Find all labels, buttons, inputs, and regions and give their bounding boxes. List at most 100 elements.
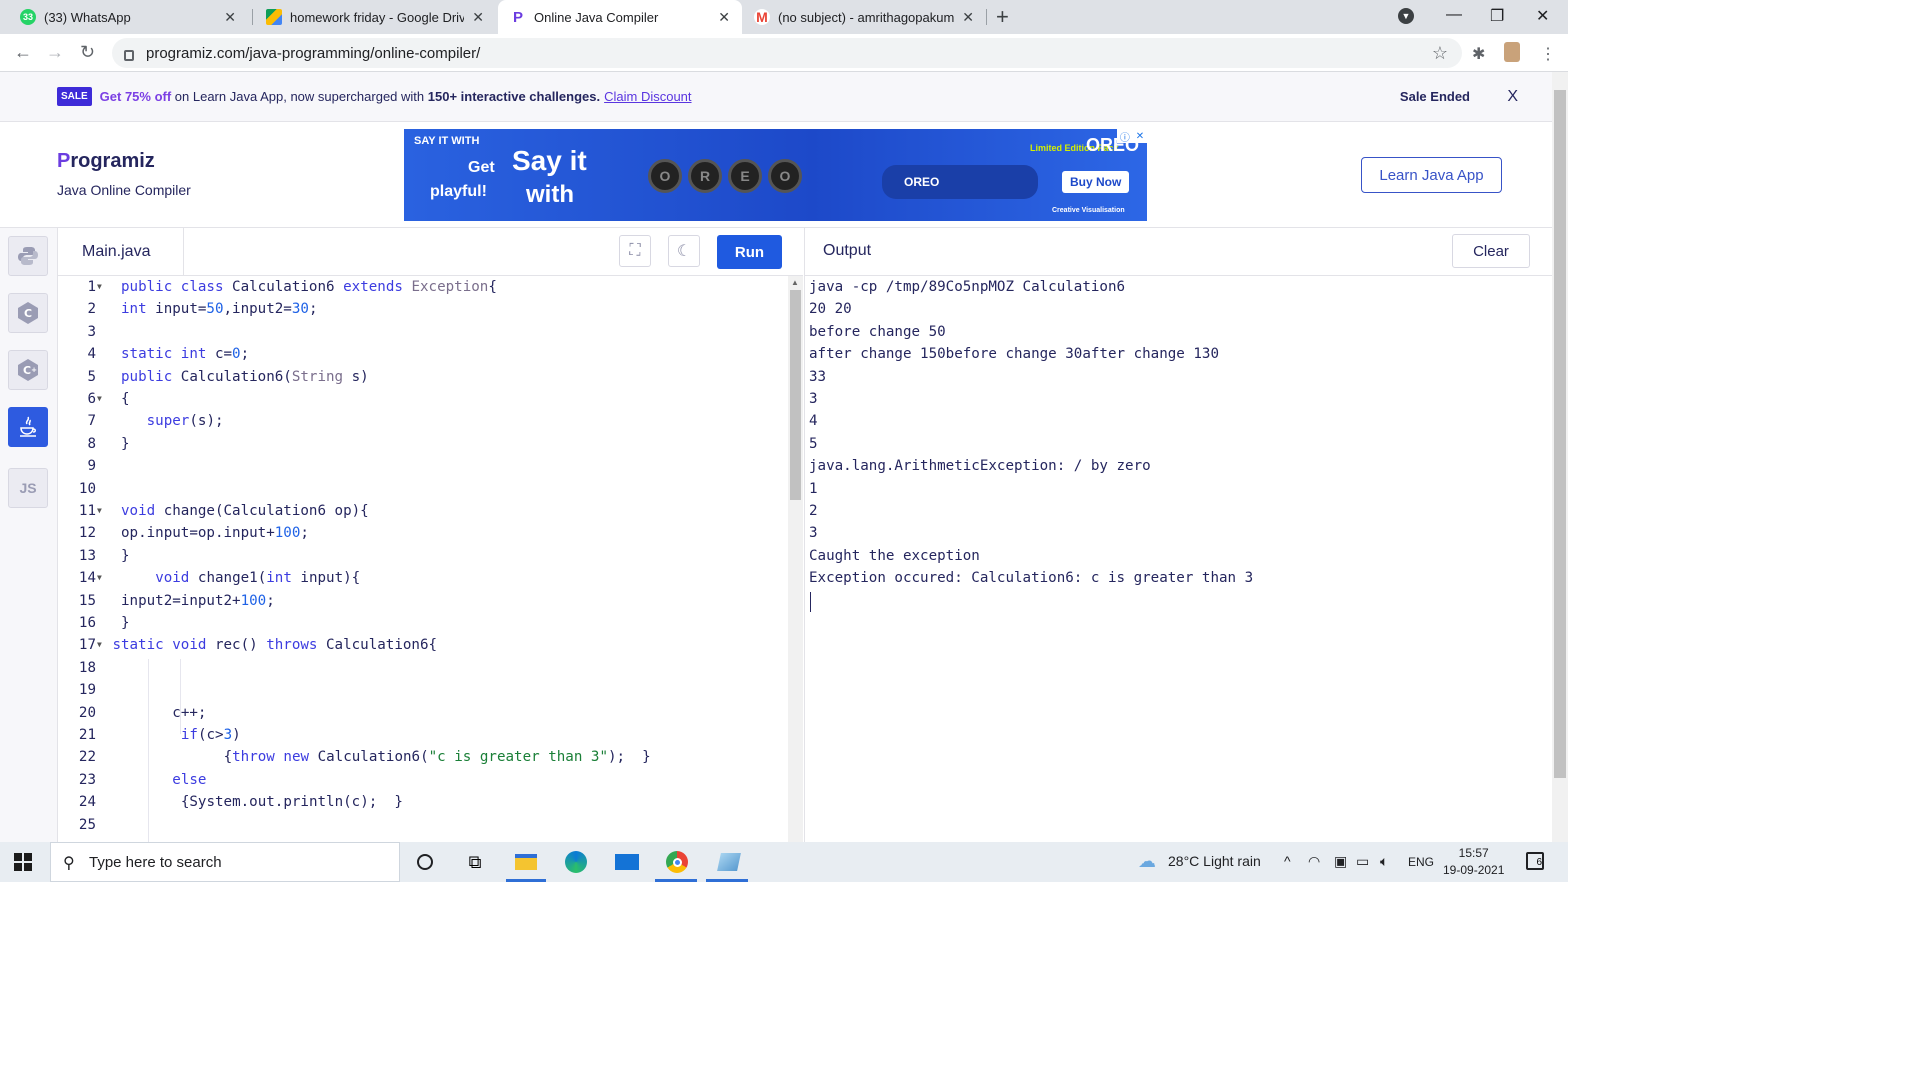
line-number: 24 bbox=[78, 794, 96, 811]
forward-icon[interactable]: → bbox=[46, 42, 64, 63]
code-line[interactable]: c++; bbox=[172, 702, 206, 724]
app-icon[interactable] bbox=[716, 850, 742, 874]
fold-arrow-icon[interactable]: ▼ bbox=[97, 500, 102, 522]
notification-count: 6 bbox=[1536, 857, 1542, 868]
new-tab-icon[interactable]: + bbox=[996, 4, 1009, 30]
python-icon[interactable] bbox=[8, 236, 48, 276]
cookie: R bbox=[688, 159, 722, 193]
code-line[interactable]: if(c>3) bbox=[181, 724, 241, 746]
tab-gmail[interactable]: M (no subject) - amrithagopakumar ✕ bbox=[742, 0, 986, 34]
line-number: 21 bbox=[78, 727, 96, 743]
back-icon[interactable]: ← bbox=[14, 42, 32, 63]
chrome-icon[interactable] bbox=[664, 850, 690, 874]
clear-button[interactable]: Clear bbox=[1452, 234, 1530, 268]
weather-text[interactable]: 28°C Light rain bbox=[1168, 853, 1261, 869]
code-line[interactable]: int input=50,input2=30; bbox=[121, 298, 318, 320]
code-line[interactable]: public class Calculation6 extends Except… bbox=[121, 276, 497, 298]
code-line[interactable]: } bbox=[121, 545, 130, 567]
code-line[interactable]: } bbox=[121, 433, 130, 455]
edge-icon[interactable] bbox=[563, 850, 589, 874]
volume-icon[interactable]: 🔈︎ bbox=[1380, 853, 1388, 870]
fullscreen-icon[interactable]: ⛶ bbox=[619, 235, 651, 267]
ad-choices-icon[interactable]: ⓘ ✕ bbox=[1117, 129, 1147, 144]
fold-arrow-icon[interactable]: ▼ bbox=[97, 634, 102, 656]
browser-menu-icon[interactable]: ⋮ bbox=[1540, 44, 1556, 64]
clock[interactable]: 15:57 19-09-2021 bbox=[1443, 845, 1504, 879]
output-header: Output Clear bbox=[804, 228, 1552, 276]
tab-whatsapp[interactable]: 33 (33) WhatsApp ✕ bbox=[8, 0, 248, 34]
code-line[interactable]: else bbox=[172, 769, 206, 791]
maximize-icon[interactable]: ❐ bbox=[1490, 6, 1504, 26]
run-button[interactable]: Run bbox=[717, 235, 782, 269]
show-hidden-icons[interactable]: ^ bbox=[1284, 853, 1291, 869]
file-tab-main-java[interactable]: Main.java bbox=[58, 228, 184, 276]
java-icon[interactable] bbox=[8, 407, 48, 447]
sale-ended-label: Sale Ended bbox=[1399, 89, 1470, 104]
language-indicator[interactable]: ENG bbox=[1408, 855, 1434, 869]
notification-icon[interactable]: 6 bbox=[1526, 852, 1544, 870]
page-scrollbar[interactable] bbox=[1552, 72, 1568, 842]
close-tab-icon[interactable]: ✕ bbox=[962, 9, 974, 26]
advertisement-banner[interactable]: SAY IT WITH Get playful! Say it with O R… bbox=[404, 129, 1147, 221]
fold-arrow-icon[interactable]: ▼ bbox=[97, 388, 102, 410]
fold-arrow-icon[interactable]: ▼ bbox=[97, 567, 102, 589]
code-editor[interactable]: 1 ▼ public class Calculation6 extends Exce… bbox=[58, 276, 788, 842]
bookmark-star-icon[interactable]: ☆ bbox=[1432, 43, 1448, 64]
programiz-logo[interactable]: Programiz bbox=[57, 150, 155, 173]
ad-buy-now-button[interactable]: Buy Now bbox=[1062, 171, 1130, 193]
tab-search-icon[interactable]: ▼ bbox=[1398, 8, 1414, 24]
line-number: 2 bbox=[87, 301, 96, 318]
code-line[interactable]: static int c=0; bbox=[121, 343, 249, 365]
cpp-icon[interactable]: C + bbox=[8, 350, 48, 390]
wifi-icon[interactable]: ◠ bbox=[1308, 853, 1320, 870]
dark-mode-icon[interactable]: ☾ bbox=[668, 235, 700, 267]
c-icon[interactable]: C bbox=[8, 293, 48, 333]
weather-icon[interactable]: ☁ bbox=[1138, 851, 1156, 872]
battery-icon[interactable]: ▭ bbox=[1356, 853, 1369, 870]
ad-cookies: O R E O bbox=[648, 159, 802, 193]
code-line[interactable]: input2=input2+100; bbox=[121, 590, 275, 612]
meet-now-icon[interactable]: ▣ bbox=[1334, 853, 1347, 870]
minimize-icon[interactable]: — bbox=[1446, 6, 1462, 24]
tab-online-java-compiler[interactable]: P Online Java Compiler ✕ bbox=[498, 0, 742, 34]
javascript-icon[interactable]: JS bbox=[8, 468, 48, 508]
scroll-up-icon[interactable]: ▲ bbox=[791, 278, 799, 287]
scrollbar-thumb[interactable] bbox=[790, 290, 801, 500]
fold-arrow-icon[interactable]: ▼ bbox=[97, 276, 102, 298]
task-view-icon[interactable]: ⧉ bbox=[462, 850, 488, 874]
address-bar[interactable]: programiz.com/java-programming/online-co… bbox=[112, 38, 1462, 68]
taskbar-search-box[interactable]: ⚲ Type here to search bbox=[50, 842, 400, 882]
code-line[interactable]: void change1(int input){ bbox=[155, 567, 360, 589]
output-line: 1 bbox=[809, 480, 818, 497]
code-line[interactable]: { bbox=[121, 388, 130, 410]
close-tab-icon[interactable]: ✕ bbox=[224, 9, 236, 26]
output-console[interactable]: java -cp /tmp/89Co5npMOZ Calculation6 20 … bbox=[804, 276, 1552, 842]
code-line[interactable]: void change(Calculation6 op){ bbox=[121, 500, 369, 522]
code-line[interactable]: op.input=op.input+100; bbox=[121, 522, 309, 544]
editor-scrollbar[interactable]: ▲ bbox=[788, 276, 803, 842]
code-line[interactable]: public Calculation6(String s) bbox=[121, 366, 369, 388]
scrollbar-thumb[interactable] bbox=[1554, 90, 1566, 778]
windows-start-icon[interactable] bbox=[14, 853, 32, 871]
sale-close-button[interactable]: X bbox=[1507, 88, 1518, 106]
tab-google-drive[interactable]: homework friday - Google Drive ✕ bbox=[254, 0, 496, 34]
extensions-icon[interactable]: ✱ bbox=[1472, 44, 1485, 64]
code-line[interactable]: super(s); bbox=[147, 410, 224, 432]
code-line[interactable]: {System.out.println(c); } bbox=[181, 791, 403, 813]
code-line[interactable]: static void rec() throws Calculation6{ bbox=[112, 634, 437, 656]
code-line[interactable]: {throw new Calculation6("c is greater th… bbox=[224, 746, 651, 768]
close-tab-icon[interactable]: ✕ bbox=[472, 9, 484, 26]
reload-icon[interactable]: ↻ bbox=[80, 42, 95, 63]
profile-avatar[interactable] bbox=[1504, 42, 1520, 62]
claim-discount-link[interactable]: Claim Discount bbox=[604, 89, 691, 104]
sale-highlight: Get 75% off bbox=[99, 89, 172, 104]
mail-icon[interactable] bbox=[614, 850, 640, 874]
cortana-icon[interactable] bbox=[412, 850, 438, 874]
svg-text:C: C bbox=[23, 364, 31, 377]
code-line[interactable]: } bbox=[121, 612, 130, 634]
file-explorer-icon[interactable] bbox=[513, 850, 539, 874]
learn-java-app-button[interactable]: Learn Java App bbox=[1361, 157, 1502, 193]
ad-credit: Creative Visualisation bbox=[1052, 207, 1125, 214]
close-window-icon[interactable]: ✕ bbox=[1536, 6, 1549, 26]
close-tab-icon[interactable]: ✕ bbox=[718, 9, 730, 26]
